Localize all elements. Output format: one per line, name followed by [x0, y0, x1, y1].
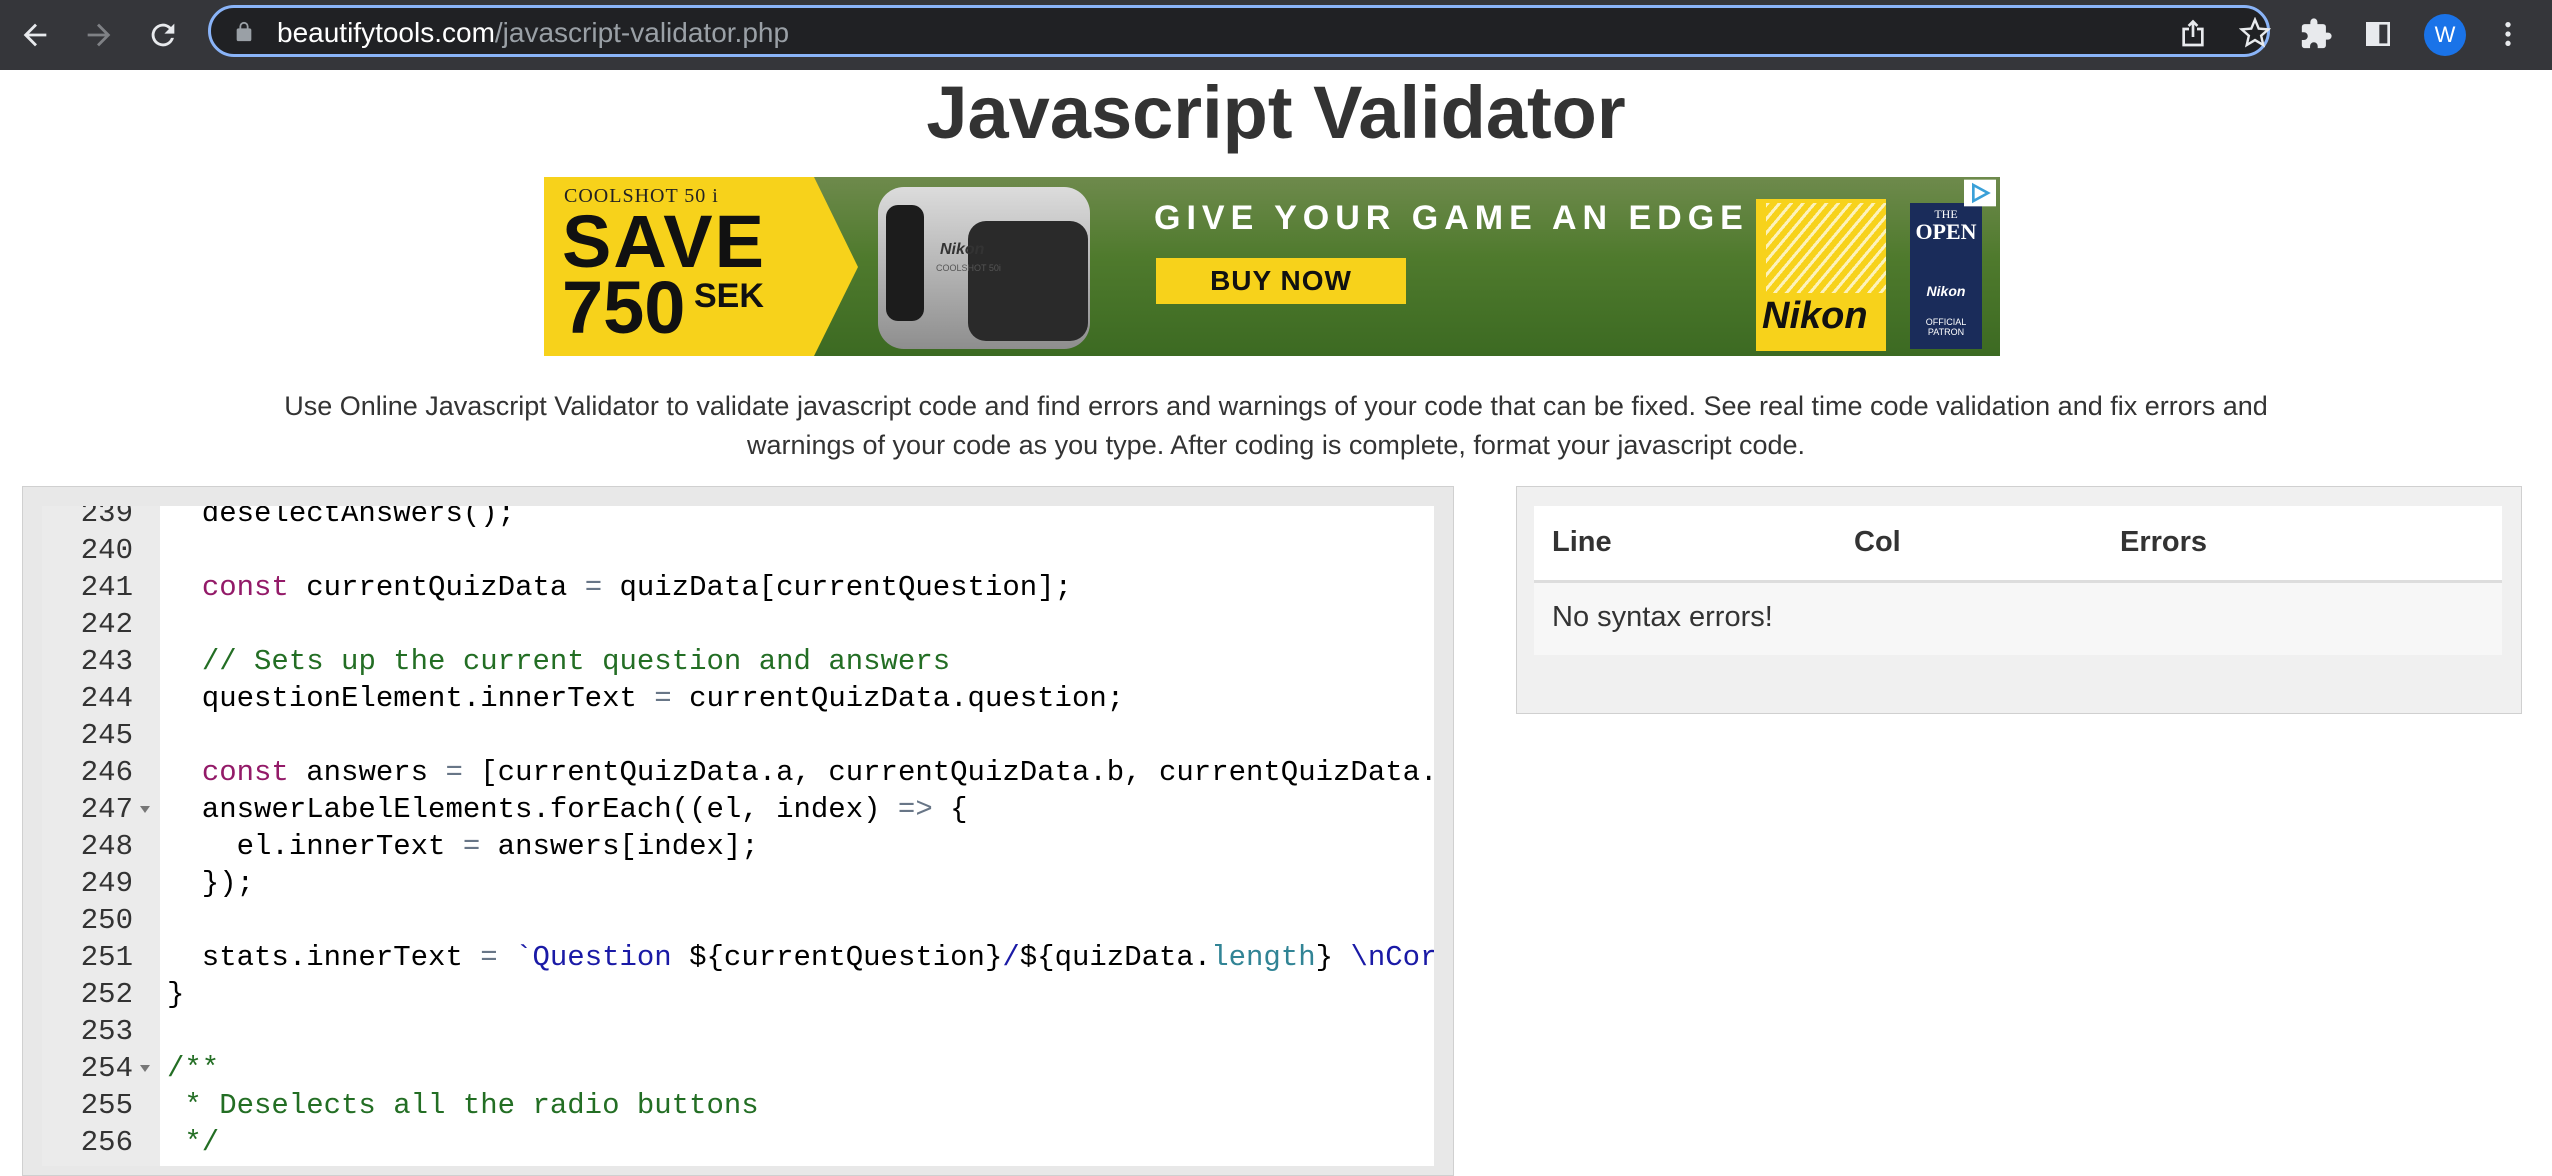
rangefinder-grip [968, 221, 1088, 341]
ad-buy-now-button[interactable]: BUY NOW [1156, 258, 1406, 304]
line-number: 243 [80, 645, 133, 678]
rangefinder-model: COOLSHOT 50i [936, 263, 1001, 273]
code-line[interactable]: 252} [42, 976, 1434, 1013]
code-text: answerLabelElements.forEach((el, index) … [167, 793, 968, 826]
line-number: 251 [80, 941, 133, 974]
the-open-nikon: Nikon [1926, 283, 1966, 299]
line-number: 239 [80, 506, 133, 530]
line-number: 255 [80, 1089, 133, 1122]
fold-arrow-icon[interactable] [140, 1065, 150, 1072]
line-number: 242 [80, 608, 133, 641]
line-number: 247 [80, 793, 133, 826]
code-text: * Deselects all the radio buttons [167, 1089, 759, 1122]
rangefinder-lens [886, 205, 924, 321]
line-number: 253 [80, 1015, 133, 1048]
line-number: 240 [80, 534, 133, 567]
code-line[interactable]: 245 [42, 717, 1434, 754]
reload-icon [151, 23, 175, 47]
adchoices-icon[interactable] [1964, 179, 1996, 207]
code-text: /** [167, 1052, 220, 1085]
line-number: 252 [80, 978, 133, 1011]
ad-banner[interactable]: COOLSHOT 50 i SAVE 750 SEK Nikon COOLSHO… [544, 177, 2000, 356]
line-number: 246 [80, 756, 133, 789]
page-title: Javascript Validator [926, 71, 1626, 154]
results-table-header: Line Col Errors [1534, 506, 2502, 583]
ad-headline: GIVE YOUR GAME AN EDGE [1154, 199, 1749, 237]
code-line[interactable]: 239 deselectAnswers(); [42, 506, 1434, 532]
rangefinder-brand: Nikon [940, 241, 985, 258]
line-number: 254 [80, 1052, 133, 1085]
code-line[interactable]: 253 [42, 1013, 1434, 1050]
line-number: 250 [80, 904, 133, 937]
the-open-title: OPEN [1915, 219, 1977, 244]
code-line[interactable]: 241 const currentQuizData = quizData[cur… [42, 569, 1434, 606]
code-text: stats.innerText = `Question ${currentQue… [167, 941, 1434, 974]
lock-icon [236, 21, 252, 42]
line-number: 244 [80, 682, 133, 715]
code-text: questionElement.innerText = currentQuizD… [167, 682, 1125, 715]
code-line[interactable]: 240 [42, 532, 1434, 569]
code-text: }); [167, 867, 255, 900]
address-bar[interactable]: beautifytools.com/javascript-validator.p… [208, 5, 2271, 57]
ad-currency: SEK [694, 277, 764, 315]
results-row: No syntax errors! [1534, 583, 2502, 655]
code-line[interactable]: 250 [42, 902, 1434, 939]
line-number: 248 [80, 830, 133, 863]
code-text: el.innerText = answers[index]; [167, 830, 759, 863]
code-line[interactable]: 247 answerLabelElements.forEach((el, ind… [42, 791, 1434, 828]
side-panel-icon [2366, 22, 2390, 46]
code-line[interactable]: 246 const answers = [currentQuizData.a, … [42, 754, 1434, 791]
side-panel-button[interactable] [2358, 14, 2398, 54]
page-description: Use Online Javascript Validator to valid… [284, 391, 2268, 460]
code-line[interactable]: 244 questionElement.innerText = currentQ… [42, 680, 1434, 717]
line-number: 245 [80, 719, 133, 752]
reload-button[interactable] [142, 14, 184, 56]
code-line[interactable]: 242 [42, 606, 1434, 643]
ad-amount: 750 [562, 266, 686, 349]
column-line: Line [1552, 526, 1612, 558]
code-line[interactable]: 249 }); [42, 865, 1434, 902]
back-arrow-icon [23, 23, 47, 47]
line-number: 256 [80, 1126, 133, 1159]
code-line[interactable]: 243 // Sets up the current question and … [42, 643, 1434, 680]
url-host: beautifytools.com [277, 17, 495, 48]
line-number: 241 [80, 571, 133, 604]
bookmark-star-icon[interactable] [2239, 17, 2271, 49]
code-text: const currentQuizData = quizData[current… [201, 571, 1072, 604]
code-line[interactable]: 251 stats.innerText = `Question ${curren… [42, 939, 1434, 976]
the-open-patron: OFFICIAL PATRON [1925, 317, 1967, 337]
code-text: */ [167, 1126, 220, 1159]
no-errors-message: No syntax errors! [1552, 601, 1773, 633]
code-text: const answers = [currentQuizData.a, curr… [201, 756, 1434, 789]
column-errors: Errors [2120, 526, 2208, 558]
puzzle-icon [2301, 18, 2332, 49]
url-path: /javascript-validator.php [494, 17, 790, 48]
code-text: // Sets up the current question and answ… [201, 645, 951, 678]
nikon-logo: Nikon [1756, 199, 1886, 351]
forward-arrow-icon [87, 23, 111, 47]
forward-button[interactable] [78, 14, 120, 56]
browser-toolbar: beautifytools.com/javascript-validator.p… [0, 0, 2552, 70]
code-text: } [167, 978, 185, 1011]
column-col: Col [1854, 526, 1901, 558]
more-vertical-icon [2505, 22, 2511, 46]
line-number: 249 [80, 867, 133, 900]
extensions-button[interactable] [2296, 14, 2336, 54]
ad-offer-arrow [814, 177, 858, 356]
back-button[interactable] [14, 14, 56, 56]
code-line[interactable]: 255 * Deselects all the radio buttons [42, 1087, 1434, 1124]
code-text: deselectAnswers(); [167, 506, 516, 530]
url-text: beautifytools.com/javascript-validator.p… [277, 16, 789, 50]
the-open-badge: THE OPEN Nikon OFFICIAL PATRON [1910, 203, 1982, 349]
code-line[interactable]: 256 */ [42, 1124, 1434, 1161]
profile-avatar[interactable]: W [2424, 14, 2466, 56]
share-icon[interactable] [2177, 17, 2209, 49]
code-editor[interactable]: 239 deselectAnswers(); 240 241 const curre… [42, 506, 1434, 1166]
browser-menu-button[interactable] [2488, 14, 2528, 54]
fold-arrow-icon[interactable] [140, 806, 150, 813]
nikon-logo-text: Nikon [1762, 295, 1868, 337]
code-line[interactable]: 248 el.innerText = answers[index]; [42, 828, 1434, 865]
code-line[interactable]: 254 /** [42, 1050, 1434, 1087]
